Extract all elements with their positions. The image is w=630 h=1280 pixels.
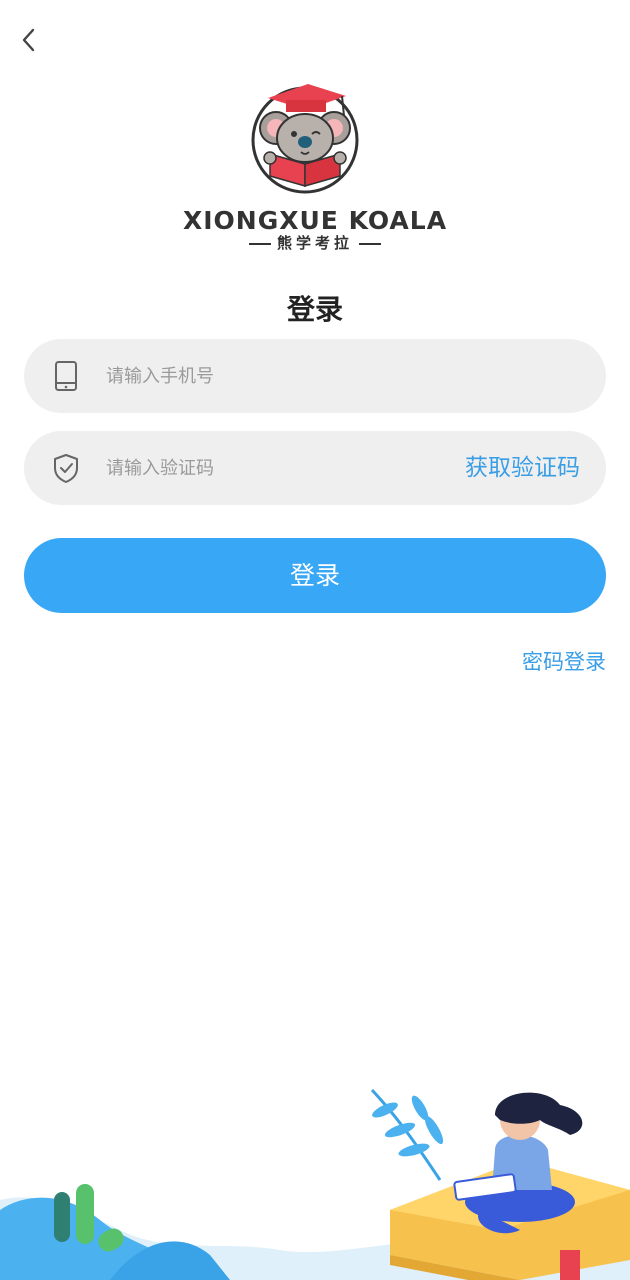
chevron-left-icon	[22, 28, 35, 52]
verification-code-field: 获取验证码	[24, 431, 606, 505]
login-button[interactable]: 登录	[24, 538, 606, 613]
phone-field	[24, 339, 606, 413]
get-code-button[interactable]: 获取验证码	[465, 431, 580, 505]
reading-girl-illustration	[0, 1088, 630, 1280]
divider	[248, 242, 271, 245]
logo-subtitle-text: 熊学考拉	[276, 234, 353, 252]
password-login-link[interactable]: 密码登录	[522, 646, 606, 676]
shield-check-icon	[54, 454, 78, 483]
phone-icon	[55, 361, 77, 391]
page-title: 登录	[286, 293, 343, 326]
koala-logo-icon	[251, 84, 359, 194]
verification-code-input[interactable]	[106, 431, 446, 505]
phone-input[interactable]	[106, 339, 446, 413]
back-button[interactable]	[14, 24, 46, 56]
logo-title: XIONGXUE KOALA	[182, 206, 448, 235]
logo-subtitle: 熊学考拉	[0, 232, 630, 253]
divider	[359, 242, 381, 245]
app-logo: XIONGXUE KOALA 熊学考拉	[0, 78, 630, 258]
